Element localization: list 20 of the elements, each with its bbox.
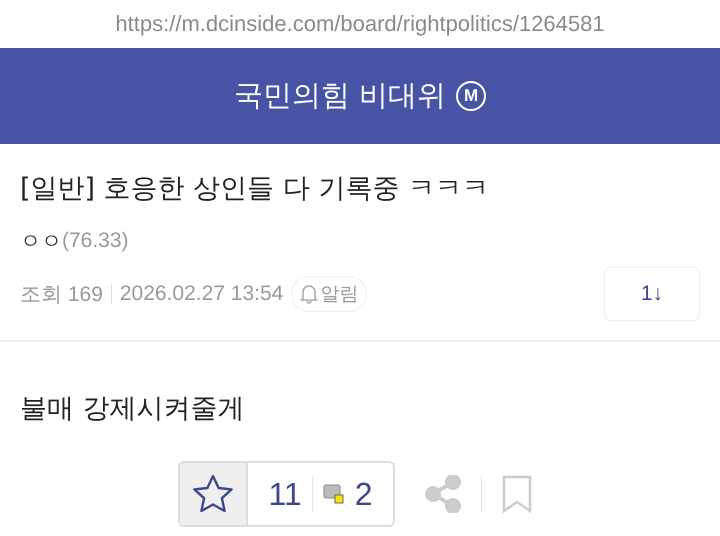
star-icon [191,473,236,515]
post-title: [일반] 호응한 상인들 다 기록중 ㅋㅋㅋ [20,172,490,206]
bookmark-button[interactable] [502,475,532,513]
recommend-count: 11 [268,476,302,512]
post-date: 2026.02.27 13:54 [120,282,284,306]
minor-gallery-badge: M [456,81,486,111]
fixed-user-icon [322,483,345,505]
comment-count-button[interactable]: 1↓ [604,267,700,321]
bookmark-icon [502,475,532,513]
bell-icon [300,284,318,304]
recommend-button[interactable] [180,463,248,525]
post-body: 불매 강제시켜줄게 [19,392,246,426]
author-name: ㅇㅇ [20,228,62,255]
fixed-recommend-count: 2 [354,476,372,512]
board-title[interactable]: 국민의힘 비대위 [234,76,446,116]
view-count: 조회 169 [20,282,103,308]
author-ip: (76.33) [62,229,129,253]
share-button[interactable] [424,475,460,513]
share-icon [424,475,460,513]
url-text: https://m.dcinside.com/board/rightpolitics/1264581 [114,10,606,38]
